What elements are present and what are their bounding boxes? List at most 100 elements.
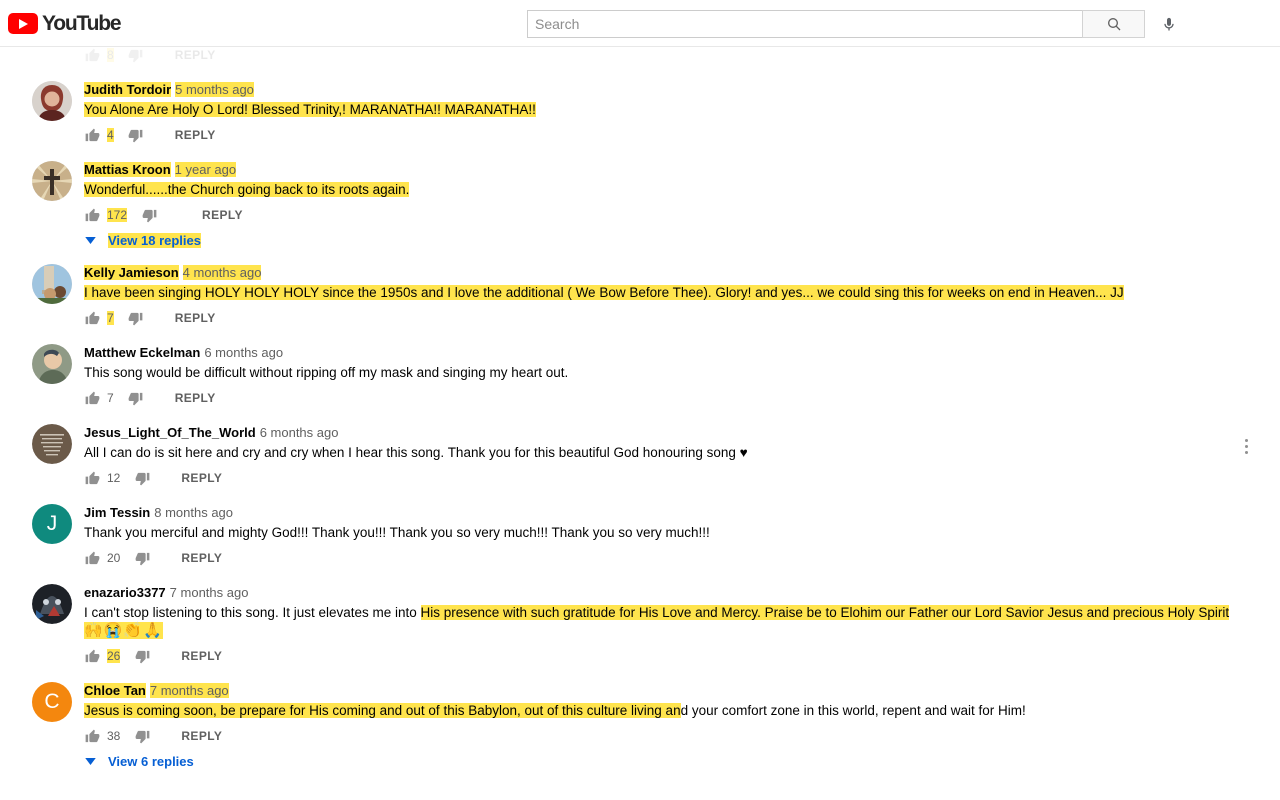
thumbs-down-icon[interactable]: [134, 470, 150, 486]
view-replies-toggle[interactable]: View 6 replies: [84, 754, 1280, 769]
reply-button[interactable]: REPLY: [175, 311, 216, 325]
comment-item: Kelly Jamieson 4 months ago I have been s…: [0, 264, 1280, 328]
comment-item: enazario3377 7 months ago I can't stop li…: [0, 584, 1280, 666]
comment-actions: 172 REPLY: [84, 205, 1280, 225]
avatar-letter: C: [44, 690, 60, 713]
comment-author[interactable]: Jim Tessin: [84, 505, 150, 520]
reply-button[interactable]: REPLY: [181, 649, 222, 663]
search-button[interactable]: [1082, 10, 1145, 38]
thumbs-up-icon[interactable]: [84, 728, 100, 744]
youtube-play-icon: [8, 13, 38, 34]
comment-author[interactable]: Jesus_Light_Of_The_World: [84, 425, 256, 440]
youtube-logo[interactable]: YouTube: [8, 12, 122, 35]
more-vertical-icon[interactable]: [1234, 434, 1258, 458]
avatar-photo-statue-people-icon: [32, 264, 72, 304]
thumbs-down-icon[interactable]: [128, 127, 144, 143]
comment-author[interactable]: Matthew Eckelman: [84, 345, 200, 360]
comment-timestamp[interactable]: 4 months ago: [182, 265, 262, 280]
thumbs-down-icon[interactable]: [134, 648, 150, 664]
reply-button[interactable]: REPLY: [202, 208, 243, 222]
comment-text: Thank you merciful and mighty God!!! Tha…: [84, 525, 710, 540]
avatar[interactable]: [32, 81, 72, 121]
comment-author[interactable]: Judith Tordoir: [84, 82, 172, 97]
comment-text: Jesus is coming soon, be prepare for His…: [84, 701, 1280, 720]
thumbs-down-icon[interactable]: [128, 310, 144, 326]
avatar-photo-cross-rays-icon: [32, 161, 72, 201]
avatar[interactable]: [32, 161, 72, 201]
comment-author[interactable]: enazario3377: [84, 585, 166, 600]
avatar[interactable]: [32, 424, 72, 464]
comment-timestamp[interactable]: 5 months ago: [175, 82, 254, 97]
thumbs-down-icon[interactable]: [128, 47, 144, 63]
avatar[interactable]: [32, 264, 72, 304]
thumbs-down-icon[interactable]: [134, 728, 150, 744]
comment-timestamp[interactable]: 8 months ago: [154, 505, 233, 520]
comment-text: You Alone Are Holy O Lord! Blessed Trini…: [84, 100, 1280, 119]
comment-text-span: I have been singing HOLY HOLY HOLY since…: [84, 285, 1124, 300]
thumbs-up-icon[interactable]: [84, 470, 100, 486]
comment-emojis: 🙌😭👏🙏: [84, 622, 163, 639]
thumbs-down-icon[interactable]: [141, 207, 157, 223]
comment-text: All I can do is sit here and cry and cry…: [84, 445, 748, 460]
comment-item: Jesus_Light_Of_The_World 6 months ago All…: [0, 424, 1280, 488]
thumbs-up-icon[interactable]: [84, 550, 100, 566]
comment-author[interactable]: Mattias Kroon: [84, 162, 171, 177]
view-replies-label: View 6 replies: [108, 754, 194, 769]
voice-search-button[interactable]: [1155, 10, 1183, 38]
comment-header: Chloe Tan 7 months ago: [84, 683, 1280, 699]
reply-button[interactable]: REPLY: [175, 391, 216, 405]
comment-actions: 20 REPLY: [84, 548, 1280, 568]
thumbs-down-icon[interactable]: [128, 390, 144, 406]
avatar-photo-woman-red-hair-icon: [32, 81, 72, 121]
comment-author[interactable]: Chloe Tan: [84, 683, 146, 698]
like-count: 8: [107, 48, 114, 62]
reply-button[interactable]: REPLY: [175, 128, 216, 142]
like-count: 4: [107, 128, 114, 142]
like-count: 12: [107, 471, 121, 485]
comment-text-span: Wonderful......the Church going back to …: [84, 182, 410, 197]
search-bar: [527, 10, 1145, 38]
thumbs-up-icon[interactable]: [84, 207, 100, 223]
comment-timestamp[interactable]: 6 months ago: [204, 345, 283, 360]
thumbs-up-icon[interactable]: [84, 310, 100, 326]
reply-button[interactable]: REPLY: [181, 729, 222, 743]
avatar[interactable]: [32, 344, 72, 384]
comments-list: Casting down our golden crowns at the gl…: [0, 0, 1280, 769]
chevron-down-icon: [84, 756, 96, 768]
thumbs-up-icon[interactable]: [84, 127, 100, 143]
avatar-photo-man-outdoors-icon: [32, 344, 72, 384]
avatar-letter: J: [46, 512, 58, 535]
comment-text-highlighted: Jesus is coming soon, be prepare for His…: [84, 703, 681, 718]
comment-text: Wonderful......the Church going back to …: [84, 180, 1280, 199]
search-input[interactable]: [527, 10, 1082, 38]
avatar[interactable]: J: [32, 504, 72, 544]
comment-author[interactable]: Kelly Jamieson: [84, 265, 179, 280]
comment-item: Matthew Eckelman 6 months ago This song w…: [0, 344, 1280, 408]
reply-button[interactable]: REPLY: [175, 48, 216, 62]
view-replies-label: View 18 replies: [108, 233, 201, 248]
comment-emoji-line: 🙌😭👏🙏: [84, 622, 1280, 640]
thumbs-up-icon[interactable]: [84, 47, 100, 63]
reply-button[interactable]: REPLY: [181, 551, 222, 565]
thumbs-down-icon[interactable]: [134, 550, 150, 566]
comment-timestamp[interactable]: 7 months ago: [170, 585, 249, 600]
reply-button[interactable]: REPLY: [181, 471, 222, 485]
avatar[interactable]: [32, 584, 72, 624]
comment-timestamp[interactable]: 7 months ago: [149, 683, 229, 698]
view-replies-toggle[interactable]: View 18 replies: [84, 233, 1280, 248]
avatar[interactable]: C: [32, 682, 72, 722]
comment-header: Jesus_Light_Of_The_World 6 months ago: [84, 425, 1280, 441]
thumbs-up-icon[interactable]: [84, 390, 100, 406]
youtube-wordmark: YouTube: [42, 12, 122, 35]
comment-text: I can't stop listening to this song. It …: [84, 603, 1280, 622]
comment-timestamp[interactable]: 6 months ago: [260, 425, 339, 440]
comment-actions: 12 REPLY: [84, 468, 1280, 488]
comment-timestamp[interactable]: 1 year ago: [174, 162, 237, 177]
comment-actions: 38 REPLY: [84, 726, 1280, 746]
thumbs-up-icon[interactable]: [84, 648, 100, 664]
comment-actions: 26 REPLY: [84, 646, 1280, 666]
like-count: 26: [107, 649, 121, 663]
comment-text-plain: d your comfort zone in this world, repen…: [680, 703, 1026, 718]
comment-actions: 7 REPLY: [84, 388, 1280, 408]
like-count: 7: [107, 391, 114, 405]
